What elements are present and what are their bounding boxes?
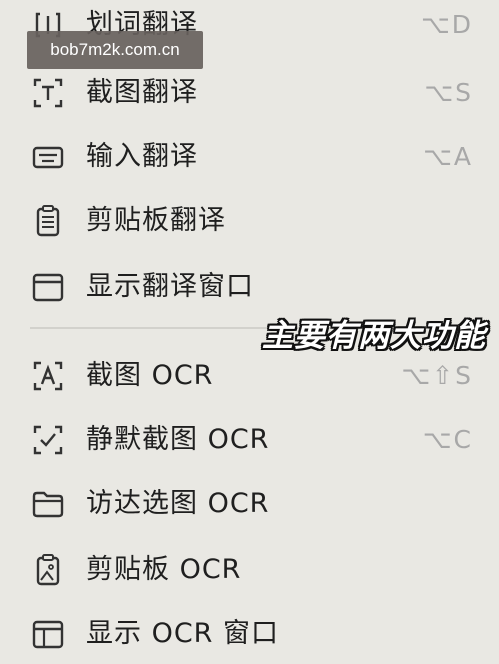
screenshot-text-icon bbox=[30, 75, 66, 111]
watermark: bob7m2k.com.cn bbox=[27, 31, 203, 69]
silent-screenshot-icon bbox=[30, 422, 66, 458]
menu-item-show-translate-window[interactable]: 显示翻译窗口 bbox=[0, 257, 499, 317]
window-icon bbox=[30, 269, 66, 305]
menu-item-input-translate[interactable]: 输入翻译 ⌥A bbox=[0, 127, 499, 187]
keyboard-icon bbox=[30, 139, 66, 175]
overlay-caption: 主要有两大功能 bbox=[262, 318, 486, 354]
shortcut-label: ⌥C bbox=[422, 425, 473, 454]
menu-item-finder-ocr[interactable]: 访达选图 OCR bbox=[0, 474, 499, 534]
menu-item-screenshot-ocr[interactable]: 截图 OCR ⌥⇧S bbox=[0, 346, 499, 406]
shortcut-label: ⌥⇧S bbox=[401, 361, 473, 390]
menu-item-label: 静默截图 OCR bbox=[86, 424, 270, 455]
folder-icon bbox=[30, 486, 66, 522]
menu-item-show-ocr-window[interactable]: 显示 OCR 窗口 bbox=[0, 604, 499, 664]
shortcut-label: ⌥S bbox=[424, 78, 473, 107]
screenshot-ocr-icon bbox=[30, 358, 66, 394]
shortcut-label: ⌥D bbox=[420, 10, 473, 39]
ocr-window-icon bbox=[30, 616, 66, 652]
menu-item-label: 显示 OCR 窗口 bbox=[86, 618, 280, 649]
menu-item-label: 输入翻译 bbox=[86, 141, 198, 172]
menu-item-label: 显示翻译窗口 bbox=[86, 271, 254, 302]
menu-item-clipboard-ocr[interactable]: 剪贴板 OCR bbox=[0, 540, 499, 600]
menu-item-label: 截图翻译 bbox=[86, 77, 198, 108]
menu-item-screenshot-translate[interactable]: 截图翻译 ⌥S bbox=[0, 63, 499, 123]
clipboard-image-icon bbox=[30, 552, 66, 588]
menu-item-silent-screenshot-ocr[interactable]: 静默截图 OCR ⌥C bbox=[0, 410, 499, 470]
clipboard-icon bbox=[30, 203, 66, 239]
menu-item-label: 截图 OCR bbox=[86, 360, 214, 391]
menu-item-label: 剪贴板翻译 bbox=[86, 205, 226, 236]
menu-panel: 划词翻译 ⌥D 截图翻译 ⌥S 输入翻译 ⌥A 剪贴板翻译 显示翻译窗口 截图 … bbox=[0, 0, 499, 652]
shortcut-label: ⌥A bbox=[423, 142, 473, 171]
menu-item-label: 访达选图 OCR bbox=[86, 488, 270, 519]
menu-item-clipboard-translate[interactable]: 剪贴板翻译 bbox=[0, 191, 499, 251]
menu-item-label: 剪贴板 OCR bbox=[86, 554, 242, 585]
